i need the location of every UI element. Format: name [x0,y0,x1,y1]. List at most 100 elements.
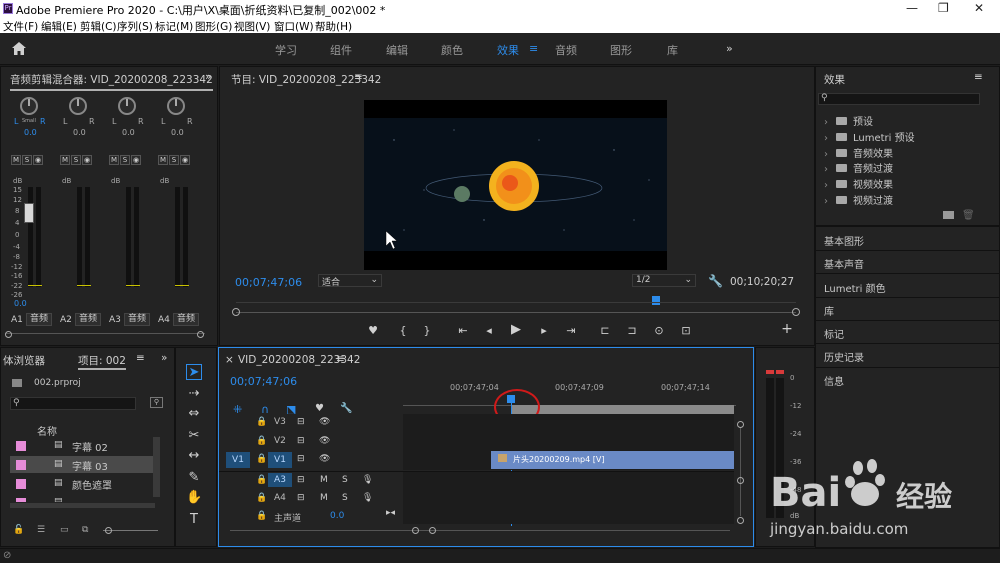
workspace-tab-libraries[interactable]: 库 [667,42,678,58]
go-to-in-button[interactable]: ⇤ [456,324,470,337]
track-label-a1[interactable]: 音频 [26,313,52,326]
menu-sequence[interactable]: 序列(S) [117,19,153,34]
trash-icon[interactable]: 🗑 [962,210,975,221]
project-h-scrollbar[interactable] [10,503,155,508]
video-clip[interactable]: 片头20200209.mp4 [V] [491,451,734,469]
track-label-a4[interactable]: 音频 [173,313,199,326]
program-video-frame[interactable] [364,100,667,270]
slip-tool-icon[interactable]: ↔ [186,448,202,464]
wrench-icon[interactable]: 🔧 [708,274,723,288]
new-bin-icon[interactable] [943,211,954,219]
project-scrollbar[interactable] [153,437,160,497]
track-header-v1[interactable]: V1 🔒 V1 ⊟ 👁 [219,451,402,471]
pen-tool-icon[interactable]: ✎ [186,470,202,486]
ripple-edit-tool-icon[interactable]: ⇔ [186,406,202,422]
track-label-a3[interactable]: 音频 [124,313,150,326]
home-icon[interactable] [12,42,26,55]
fader-handle[interactable] [24,203,34,223]
timeline-v-scrollbar[interactable] [740,428,741,516]
comparison-view-button[interactable]: ⊡ [679,324,693,337]
mark-in-button[interactable]: { [396,324,410,337]
workspace-tab-assembly[interactable]: 组件 [330,42,352,58]
pan-knob[interactable] [69,97,87,115]
timeline-h-scrollbar[interactable] [230,530,730,531]
effect-folder-lumetri-presets[interactable]: › Lumetri 预设 [824,129,915,144]
mark-out-button[interactable]: } [420,324,434,337]
minimize-button[interactable]: — [906,1,918,15]
find-bin-icon[interactable]: ⚲ [150,397,163,408]
go-to-out-button[interactable]: ⇥ [564,324,578,337]
resolution-dropdown[interactable]: 1/2 ⌄ [632,274,696,287]
menu-view[interactable]: 视图(V) [234,19,270,34]
project-search-input[interactable]: ⚲ [10,397,136,410]
effect-folder-audio-effects[interactable]: › 音频效果 [824,145,893,160]
effect-folder-audio-transitions[interactable]: › 音频过渡 [824,160,893,175]
project-more-icon[interactable]: » [161,352,167,364]
extract-button[interactable]: ⊐ [625,324,639,337]
razor-tool-icon[interactable]: ✂ [186,428,202,444]
menu-graphics[interactable]: 图形(G) [195,19,232,34]
hand-tool-icon[interactable]: ✋ [186,490,202,506]
selection-tool-icon[interactable]: ➤ [186,364,202,380]
program-menu-icon[interactable]: ≡ [354,71,363,83]
panel-essential-graphics[interactable]: 基本图形 [824,233,864,248]
track-header-a4[interactable]: 🔒 A4 ⊟ M S 🎙 [219,490,402,508]
fader-value[interactable]: 0.0 [14,299,27,308]
panel-info[interactable]: 信息 [824,373,844,388]
mixer-scrollbar[interactable] [5,333,205,339]
workspace-more-icon[interactable]: » [726,42,733,55]
panel-lumetri-color[interactable]: Lumetri 颜色 [824,280,886,295]
timeline-timecode[interactable]: 00;07;47;06 [230,375,297,388]
audio-clip-mixer-title[interactable]: 音频剪辑混合器: VID_20200208_223342 [10,72,213,91]
freeform-view-icon[interactable]: ⧉ [82,525,88,535]
add-marker-icon[interactable]: ♥ [315,403,324,414]
effects-search-input[interactable]: ⚲ [818,93,980,105]
pan-knob[interactable] [20,97,38,115]
step-forward-button[interactable]: ▸ [537,324,551,337]
menu-help[interactable]: 帮助(H) [315,19,352,34]
track-header-v2[interactable]: 🔒 V2 ⊟ 👁 [219,433,402,451]
workspace-tab-effects[interactable]: 效果 [497,42,519,58]
effect-folder-presets[interactable]: › 预设 [824,113,873,128]
zoom-fit-dropdown[interactable]: 适合 ⌄ [318,274,382,288]
workspace-tab-editing[interactable]: 编辑 [386,42,408,58]
play-button[interactable]: ▶ [509,322,523,337]
program-scrub-bar[interactable] [236,312,796,313]
menu-clip[interactable]: 剪辑(C) [80,19,117,34]
msr-buttons[interactable]: M S ◉ [11,155,44,165]
program-current-timecode[interactable]: 00;07;47;06 [235,276,302,289]
list-item[interactable]: ▤ 字幕 03 [10,456,155,473]
panel-essential-sound[interactable]: 基本声音 [824,256,864,271]
track-header-v3[interactable]: 🔒 V3 ⊟ 👁 [219,414,402,432]
menu-window[interactable]: 窗口(W) [274,19,314,34]
panel-libraries[interactable]: 库 [824,303,834,318]
track-select-tool-icon[interactable]: ⇢ [186,386,202,402]
menu-file[interactable]: 文件(F) [3,19,38,34]
icon-view-icon[interactable]: ▭ [60,525,69,535]
track-header-a3[interactable]: 🔒 A3 ⊟ M S 🎙 [219,472,402,490]
track-label-a2[interactable]: 音频 [75,313,101,326]
mixer-more-icon[interactable]: » [205,71,211,83]
effects-menu-icon[interactable]: ≡ [974,71,983,83]
timeline-menu-icon[interactable]: ≡ [336,353,345,365]
project-menu-icon[interactable]: ≡ [136,352,145,364]
timeline-close-icon[interactable]: × [225,354,234,366]
pan-knob[interactable] [167,97,185,115]
effects-panel-title[interactable]: 效果 [824,72,845,87]
clip-indicator-left[interactable] [766,370,774,374]
step-back-button[interactable]: ◂ [482,324,496,337]
list-item[interactable]: ▤一 [10,494,155,502]
workspace-tab-color[interactable]: 颜色 [441,42,463,58]
effect-folder-video-effects[interactable]: › 视频效果 [824,176,893,191]
panel-history[interactable]: 历史记录 [824,349,864,364]
column-header-name[interactable]: 名称 [37,423,57,438]
type-tool-icon[interactable]: T [186,512,202,528]
project-tab[interactable]: 项目: 002 [78,353,126,370]
menu-marker[interactable]: 标记(M) [155,19,193,34]
list-view-icon[interactable]: ☰ [37,525,45,535]
list-item[interactable]: ▤ 颜色遮罩 [10,475,155,492]
add-button[interactable]: + [780,321,794,337]
maximize-button[interactable]: ❐ [938,1,949,15]
close-window-button[interactable]: ✕ [974,1,984,15]
lift-button[interactable]: ⊏ [598,324,612,337]
